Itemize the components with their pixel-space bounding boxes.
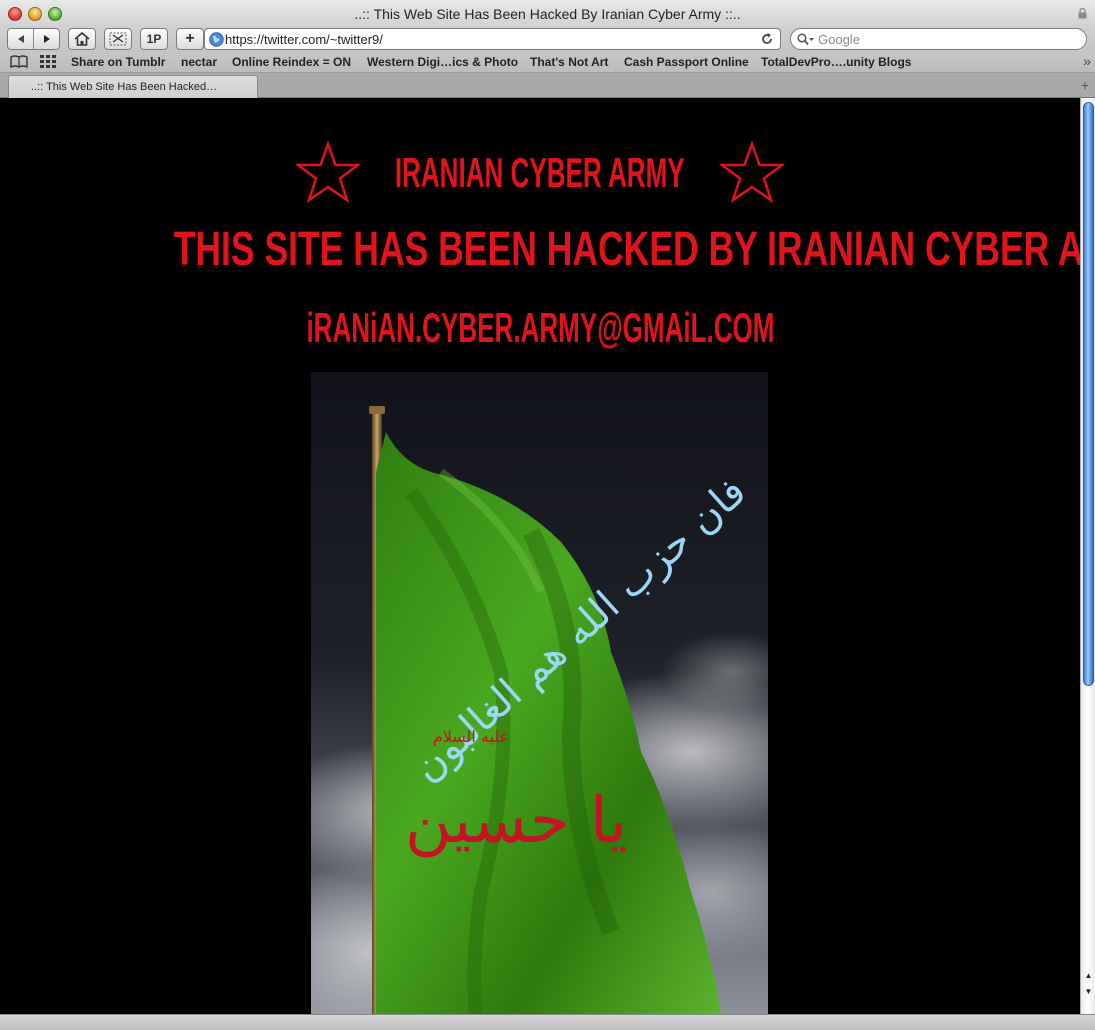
scroll-down-arrow-icon[interactable]: ▼: [1083, 986, 1094, 998]
bookmark-item[interactable]: Online Reindex = ON: [232, 55, 351, 69]
bookmark-item[interactable]: Western Digi…ics & Photo: [367, 55, 518, 69]
page-viewport: IRANIAN CYBER ARMY THIS SITE HAS BEEN HA…: [0, 98, 1080, 1014]
zoom-window-button[interactable]: [48, 7, 62, 21]
reload-icon[interactable]: [760, 32, 774, 46]
scroll-thumb[interactable]: [1083, 102, 1094, 686]
back-button[interactable]: [8, 29, 33, 49]
page-header: IRANIAN CYBER ARMY: [0, 138, 1080, 208]
scroll-up-arrow-icon[interactable]: ▲: [1083, 970, 1094, 982]
back-forward-group: [7, 28, 60, 50]
title-bar: ..:: This Web Site Has Been Hacked By Ir…: [0, 0, 1095, 28]
browser-toolbar: 1P + https://twitter.com/~twitter9/ Goog…: [0, 28, 1095, 52]
bookmark-item[interactable]: That's Not Art: [530, 55, 608, 69]
flag-lettering: يا حسين: [405, 784, 627, 858]
hacked-message: THIS SITE HAS BEEN HACKED BY IRANIAN CYB…: [173, 223, 1080, 276]
red-star-icon: [719, 141, 784, 204]
flag-sublettering: عليه السلام: [433, 727, 509, 746]
new-tab-plus-icon[interactable]: +: [1081, 77, 1089, 93]
bookmark-item[interactable]: Cash Passport Online: [624, 55, 749, 69]
bookmarks-overflow-chevron-icon[interactable]: »: [1083, 53, 1091, 69]
back-arrow-icon: [17, 35, 24, 43]
top-sites-grid-icon[interactable]: [40, 55, 56, 69]
lock-icon: [1078, 8, 1087, 19]
bookmark-item[interactable]: TotalDevPro….unity Blogs: [761, 55, 911, 69]
flag-banner-image: فان حزب الله هم الغالبون يا حسين عليه ال…: [311, 372, 768, 1014]
add-bookmark-button[interactable]: +: [176, 28, 204, 50]
home-button[interactable]: [68, 28, 96, 50]
scissors-icon: [109, 32, 127, 46]
tab-bar: ..:: This Web Site Has Been Hacked… +: [0, 73, 1095, 98]
page-heading: IRANIAN CYBER ARMY: [395, 149, 685, 196]
vertical-scrollbar[interactable]: ▲ ▼: [1080, 98, 1095, 1014]
forward-button[interactable]: [33, 29, 59, 49]
address-bar[interactable]: https://twitter.com/~twitter9/: [204, 28, 781, 50]
bookmark-item[interactable]: Share on Tumblr: [71, 55, 165, 69]
forward-arrow-icon: [43, 35, 50, 43]
tab-active[interactable]: ..:: This Web Site Has Been Hacked…: [8, 75, 258, 98]
search-field[interactable]: Google: [790, 28, 1087, 50]
web-clip-button[interactable]: [104, 28, 132, 50]
reading-list-icon[interactable]: [10, 55, 28, 69]
globe-icon: [209, 32, 224, 47]
url-text: https://twitter.com/~twitter9/: [225, 31, 383, 47]
red-star-icon: [296, 141, 361, 204]
window-title: ..:: This Web Site Has Been Hacked By Ir…: [354, 6, 741, 22]
close-window-button[interactable]: [8, 7, 22, 21]
search-icon: [797, 33, 814, 46]
minimize-window-button[interactable]: [28, 7, 42, 21]
1password-button[interactable]: 1P: [140, 28, 168, 50]
search-placeholder: Google: [818, 31, 860, 47]
bookmarks-bar: Share on Tumblr nectar Online Reindex = …: [0, 52, 1095, 73]
contact-email: iRANiAN.CYBER.ARMY@GMAiL.COM: [305, 304, 775, 351]
home-icon: [74, 32, 90, 46]
status-bar: [0, 1014, 1095, 1030]
bookmark-item[interactable]: nectar: [181, 55, 217, 69]
